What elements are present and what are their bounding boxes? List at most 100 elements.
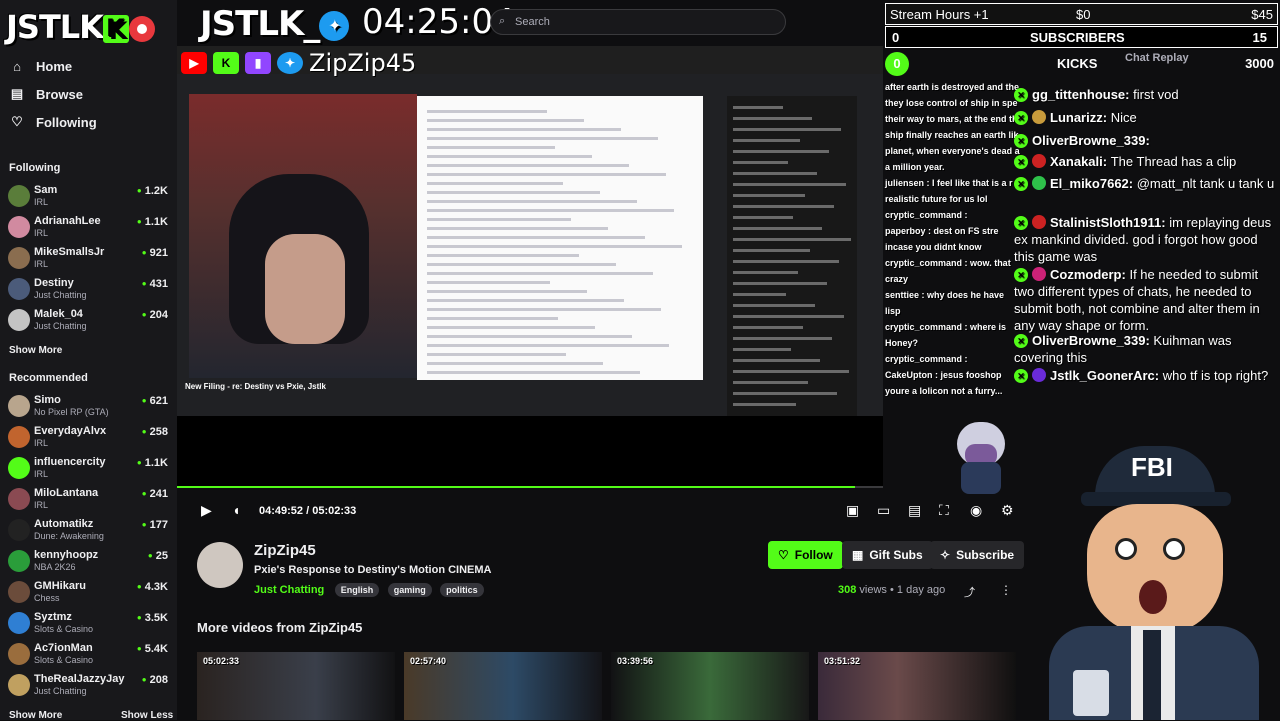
settings-icon[interactable]: ⚙ xyxy=(1001,502,1014,519)
tag-politics[interactable]: politics xyxy=(440,583,484,597)
sidebar-channel[interactable]: Ac7ionManSlots & Casino 5.4K xyxy=(8,641,168,671)
sidebar-channel[interactable]: influencercityIRL 1.1K xyxy=(8,455,168,485)
chat-username[interactable]: El_miko7662 xyxy=(1050,176,1129,191)
follow-button[interactable]: ♡ Follow xyxy=(768,541,843,569)
viewer-count: 5.4K xyxy=(137,643,168,655)
theater-icon[interactable]: ▭ xyxy=(877,502,890,519)
search-input[interactable]: ⌕ Search xyxy=(490,9,786,35)
show-more-recommended[interactable]: Show More xyxy=(9,710,62,721)
sidebar-channel[interactable]: MiloLantanaIRL 241 xyxy=(8,486,168,516)
captions-icon[interactable]: ▤ xyxy=(908,502,921,519)
user-badge-icon xyxy=(1032,267,1046,281)
viewer-count: 621 xyxy=(142,395,168,407)
channel-avatar xyxy=(8,247,30,269)
chat-line: planet, when everyone's dead a xyxy=(885,146,1020,156)
fullscreen-icon[interactable]: ⛶ xyxy=(939,502,949,519)
chat-message: ✕ El_miko7662: @matt_nlt tank u tank u xyxy=(1014,175,1280,192)
sidebar-channel[interactable]: SyztmzSlots & Casino 3.5K xyxy=(8,610,168,640)
viewer-count: 1.2K xyxy=(137,185,168,197)
video-player[interactable]: ▶ K ▮ ✦ ZipZip45 New Filing - re: Destin… xyxy=(177,46,883,488)
kick-chat-overlay: ✕ gg_tittenhouse: first vod ✕ Lunarizz: Nic… xyxy=(1012,82,1280,412)
channel-avatar xyxy=(8,612,30,634)
video-thumbnail[interactable]: 05:02:33 xyxy=(197,652,395,720)
youtube-chat-line xyxy=(733,392,837,395)
sidebar-channel[interactable]: EverydayAlvxIRL 258 xyxy=(8,424,168,454)
timecode: 04:49:52 / 05:02:33 xyxy=(259,505,357,517)
sidebar-channel[interactable]: kennyhoopzNBA 2K26 25 xyxy=(8,548,168,578)
tag-gaming[interactable]: gaming xyxy=(387,583,432,597)
chat-username[interactable]: Jstlk_GoonerArc xyxy=(1050,368,1155,383)
youtube-chat-line xyxy=(733,117,812,120)
video-thumbnail[interactable]: 02:57:40 xyxy=(404,652,602,720)
chat-username[interactable]: OliverBrowne_339 xyxy=(1032,333,1145,348)
share-icon[interactable]: ⤴ xyxy=(964,584,975,600)
gift-subs-button[interactable]: ▦ Gift Subs xyxy=(842,541,933,569)
youtube-chat-line xyxy=(733,271,798,274)
sidebar-channel[interactable]: DestinyJust Chatting 431 xyxy=(8,276,168,306)
channel-name: Syztmz xyxy=(34,611,72,623)
chat-username[interactable]: Lunarizz xyxy=(1050,110,1103,125)
kick-k-badge: K xyxy=(102,15,129,43)
kick-icon: ✕ xyxy=(1014,334,1028,348)
nav-home[interactable]: ⌂ Home xyxy=(10,55,72,77)
chat-username[interactable]: Cozmoderp xyxy=(1050,267,1122,282)
channel-name[interactable]: ZipZip45 xyxy=(254,542,316,559)
video-thumbnail[interactable]: 03:51:32 xyxy=(818,652,1016,720)
channel-avatar[interactable] xyxy=(197,542,243,588)
volume-icon[interactable]: ◖ xyxy=(232,502,240,518)
more-options-icon[interactable]: ⋮ xyxy=(1000,583,1012,597)
show-less-button[interactable]: Show Less xyxy=(121,710,173,721)
subscribe-button[interactable]: ✧ Subscribe xyxy=(930,541,1025,569)
document-text-line xyxy=(427,128,621,131)
channel-category: Just Chatting xyxy=(34,321,87,331)
channel-avatar xyxy=(8,426,30,448)
sidebar-channel[interactable]: Malek_04Just Chatting 204 xyxy=(8,307,168,337)
show-more-following[interactable]: Show More xyxy=(9,345,62,356)
video-thumbnail[interactable]: 03:39:56 xyxy=(611,652,809,720)
chat-line: CakeUpton : jesus fooshop xyxy=(885,370,1002,380)
chat-text: The Thread has a clip xyxy=(1110,154,1237,169)
channel-avatar xyxy=(8,643,30,665)
youtube-chat-line xyxy=(733,348,791,351)
document-text-line xyxy=(427,353,566,356)
nav-browse[interactable]: ▤ Browse xyxy=(10,83,83,105)
play-icon[interactable]: ▶ xyxy=(201,502,212,519)
chat-username[interactable]: StalinistSloth1911 xyxy=(1050,215,1161,230)
viewer-count: 1.1K xyxy=(137,457,168,469)
speed-icon[interactable]: ◉ xyxy=(970,502,982,519)
chat-username[interactable]: OliverBrowne_339 xyxy=(1032,133,1145,148)
chat-text: Nice xyxy=(1110,110,1137,125)
nav-following[interactable]: ♡ Following xyxy=(10,111,96,133)
sidebar-channel[interactable]: TheRealJazzyJayJust Chatting 208 xyxy=(8,672,168,702)
sidebar-channel[interactable]: MikeSmallsJrIRL 921 xyxy=(8,245,168,275)
sidebar: JSTLK K ⌂ Home ▤ Browse ♡ Following Followin… xyxy=(0,0,177,721)
channel-name: Automatikz xyxy=(34,518,94,530)
viewer-count: 258 xyxy=(142,426,168,438)
tag-english[interactable]: English xyxy=(334,583,380,597)
channel-category: IRL xyxy=(34,469,49,479)
channel-avatar xyxy=(8,309,30,331)
channel-name: kennyhoopz xyxy=(34,549,99,561)
twitch-icon: ▮ xyxy=(245,52,271,74)
kicks-row: 0 KICKS Chat Replay 3000 xyxy=(885,52,1278,76)
miniplayer-icon[interactable]: ▣ xyxy=(846,502,859,519)
sidebar-channel[interactable]: GMHikaruChess 4.3K xyxy=(8,579,168,609)
user-badge-icon xyxy=(1032,110,1046,124)
chat-username[interactable]: Xanakali xyxy=(1050,154,1103,169)
chat-message: ✕ Cozmoderp: If he needed to submit two d… xyxy=(1014,267,1260,333)
chat-message: ✕ Jstlk_GoonerArc: who tf is top right? xyxy=(1014,367,1280,384)
chat-line: cryptic_command : xyxy=(885,354,968,364)
chat-message: ✕ Lunarizz: Nice xyxy=(1014,109,1280,126)
youtube-chat-line xyxy=(733,381,808,384)
category-link[interactable]: Just Chatting xyxy=(254,584,324,596)
chat-line: their way to mars, at the end th xyxy=(885,114,1018,124)
chat-username[interactable]: gg_tittenhouse xyxy=(1032,87,1125,102)
channel-avatar xyxy=(8,216,30,238)
chat-message: ✕ Xanakali: The Thread has a clip xyxy=(1014,153,1280,170)
sidebar-channel[interactable]: AdrianahLeeIRL 1.1K xyxy=(8,214,168,244)
sidebar-channel[interactable]: SimoNo Pixel RP (GTA) 621 xyxy=(8,393,168,423)
sidebar-channel[interactable]: SamIRL 1.2K xyxy=(8,183,168,213)
sidebar-channel[interactable]: AutomatikzDune: Awakening 177 xyxy=(8,517,168,547)
progress-bar[interactable] xyxy=(177,486,883,488)
youtube-chat-line xyxy=(733,139,800,142)
